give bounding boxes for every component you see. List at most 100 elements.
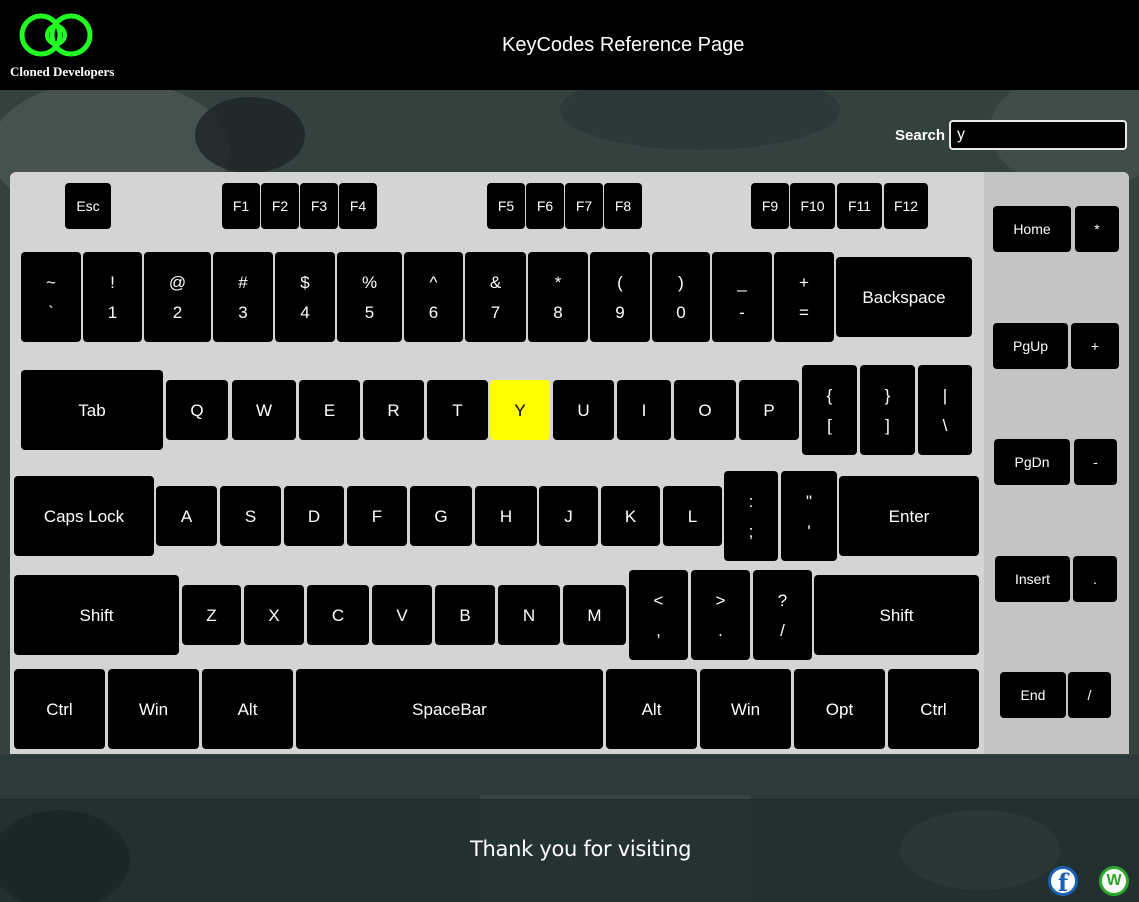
- key-alt[interactable]: Alt: [606, 669, 697, 749]
- key-alt[interactable]: Alt: [202, 669, 293, 749]
- key-base-label: 4: [300, 302, 310, 322]
- key-f5[interactable]: F5: [487, 183, 525, 229]
- key-h[interactable]: H: [475, 486, 537, 546]
- key-m[interactable]: M: [563, 585, 626, 645]
- key-a[interactable]: A: [156, 486, 217, 546]
- key-minus[interactable]: -: [1074, 439, 1117, 485]
- key-o[interactable]: O: [674, 380, 736, 440]
- key-r[interactable]: R: [363, 380, 424, 440]
- key-label: Z: [206, 605, 217, 625]
- key-f10[interactable]: F10: [790, 183, 835, 229]
- key-semicolon[interactable]: :;: [724, 471, 778, 561]
- key-i[interactable]: I: [617, 380, 671, 440]
- key-win[interactable]: Win: [700, 669, 791, 749]
- key-2[interactable]: @2: [144, 252, 211, 342]
- key-caps-lock[interactable]: Caps Lock: [14, 476, 154, 556]
- key-f2[interactable]: F2: [261, 183, 299, 229]
- key-z[interactable]: Z: [182, 585, 241, 645]
- key-w[interactable]: W: [232, 380, 296, 440]
- key-slash[interactable]: ? /: [753, 570, 812, 660]
- key-s[interactable]: S: [220, 486, 281, 546]
- key-4[interactable]: $4: [275, 252, 335, 342]
- key-label: M: [587, 605, 602, 625]
- key-e[interactable]: E: [299, 380, 360, 440]
- key-t[interactable]: T: [427, 380, 488, 440]
- key-c[interactable]: C: [307, 585, 369, 645]
- key-label: Esc: [76, 198, 100, 214]
- key-f9[interactable]: F9: [751, 183, 789, 229]
- key-shift-label: @: [168, 272, 187, 292]
- key-x[interactable]: X: [244, 585, 304, 645]
- key-base-label: \: [942, 415, 948, 435]
- key-backslash[interactable]: | \: [918, 365, 972, 455]
- key-pgdn[interactable]: PgDn: [994, 439, 1070, 485]
- key-label: A: [180, 506, 193, 526]
- key-f3[interactable]: F3: [300, 183, 338, 229]
- key-f1[interactable]: F1: [222, 183, 260, 229]
- key-opt[interactable]: Opt: [794, 669, 885, 749]
- key-3[interactable]: #3: [213, 252, 273, 342]
- key-ctrl[interactable]: Ctrl: [14, 669, 105, 749]
- key-9[interactable]: (9: [590, 252, 650, 342]
- key-home[interactable]: Home: [993, 206, 1071, 252]
- key-v[interactable]: V: [372, 585, 432, 645]
- key-5[interactable]: % 5: [337, 252, 402, 342]
- key-ctrl[interactable]: Ctrl: [888, 669, 979, 749]
- key-8[interactable]: * 8: [528, 252, 588, 342]
- key-7[interactable]: & 7: [465, 252, 526, 342]
- key-win[interactable]: Win: [108, 669, 199, 749]
- key-spacebar[interactable]: SpaceBar: [296, 669, 603, 749]
- key-tab[interactable]: Tab: [21, 370, 163, 450]
- search-input[interactable]: [949, 120, 1127, 150]
- key-1[interactable]: ! 1: [83, 252, 142, 342]
- key-f7[interactable]: F7: [565, 183, 603, 229]
- key-q[interactable]: Q: [166, 380, 228, 440]
- key-shift-label: <: [653, 590, 664, 610]
- key-label: Alt: [237, 699, 258, 719]
- key-equals[interactable]: + =: [774, 252, 834, 342]
- key-k[interactable]: K: [601, 486, 660, 546]
- key-period[interactable]: >.: [691, 570, 750, 660]
- key-label: F4: [349, 198, 367, 214]
- key-minus[interactable]: _ -: [712, 252, 772, 342]
- key-lbracket[interactable]: {[: [802, 365, 857, 455]
- key-j[interactable]: J: [539, 486, 598, 546]
- key-backspace[interactable]: Backspace: [836, 257, 972, 337]
- key-b[interactable]: B: [435, 585, 495, 645]
- key-shift[interactable]: Shift: [14, 575, 179, 655]
- key-shift-label: :: [748, 491, 754, 511]
- key-asterisk[interactable]: *: [1075, 206, 1119, 252]
- key-base-label: ]: [885, 415, 890, 435]
- facebook-icon[interactable]: f: [1048, 866, 1078, 897]
- key-end[interactable]: End: [1000, 672, 1066, 718]
- key-f8[interactable]: F8: [604, 183, 642, 229]
- key-f4[interactable]: F4: [339, 183, 377, 229]
- key-comma[interactable]: <,: [629, 570, 688, 660]
- key-y[interactable]: Y: [490, 380, 550, 440]
- key-enter[interactable]: Enter: [839, 476, 979, 556]
- key-f6[interactable]: F6: [526, 183, 564, 229]
- key-f12[interactable]: F12: [884, 183, 928, 229]
- key-apostrophe[interactable]: " ': [781, 471, 837, 561]
- key-f[interactable]: F: [347, 486, 407, 546]
- key-6[interactable]: ^ 6: [404, 252, 463, 342]
- key-slash[interactable]: /: [1068, 672, 1111, 718]
- key-0[interactable]: ) 0: [652, 252, 710, 342]
- key-shift[interactable]: Shift: [814, 575, 979, 655]
- key-esc[interactable]: Esc: [65, 183, 111, 229]
- key-f11[interactable]: F11: [837, 183, 882, 229]
- key-rbracket[interactable]: }]: [860, 365, 915, 455]
- key-insert[interactable]: Insert: [995, 556, 1070, 602]
- key-g[interactable]: G: [410, 486, 472, 546]
- w-icon[interactable]: W: [1099, 866, 1129, 896]
- key-p[interactable]: P: [739, 380, 799, 440]
- key-backtick[interactable]: ~ `: [21, 252, 81, 342]
- key-d[interactable]: D: [284, 486, 344, 546]
- key-pgup[interactable]: PgUp: [993, 323, 1068, 369]
- key-shift-label: +: [799, 272, 809, 292]
- key-n[interactable]: N: [498, 585, 560, 645]
- key-period[interactable]: .: [1073, 556, 1117, 602]
- key-u[interactable]: U: [553, 380, 614, 440]
- key-l[interactable]: L: [663, 486, 722, 546]
- key-plus[interactable]: +: [1071, 323, 1119, 369]
